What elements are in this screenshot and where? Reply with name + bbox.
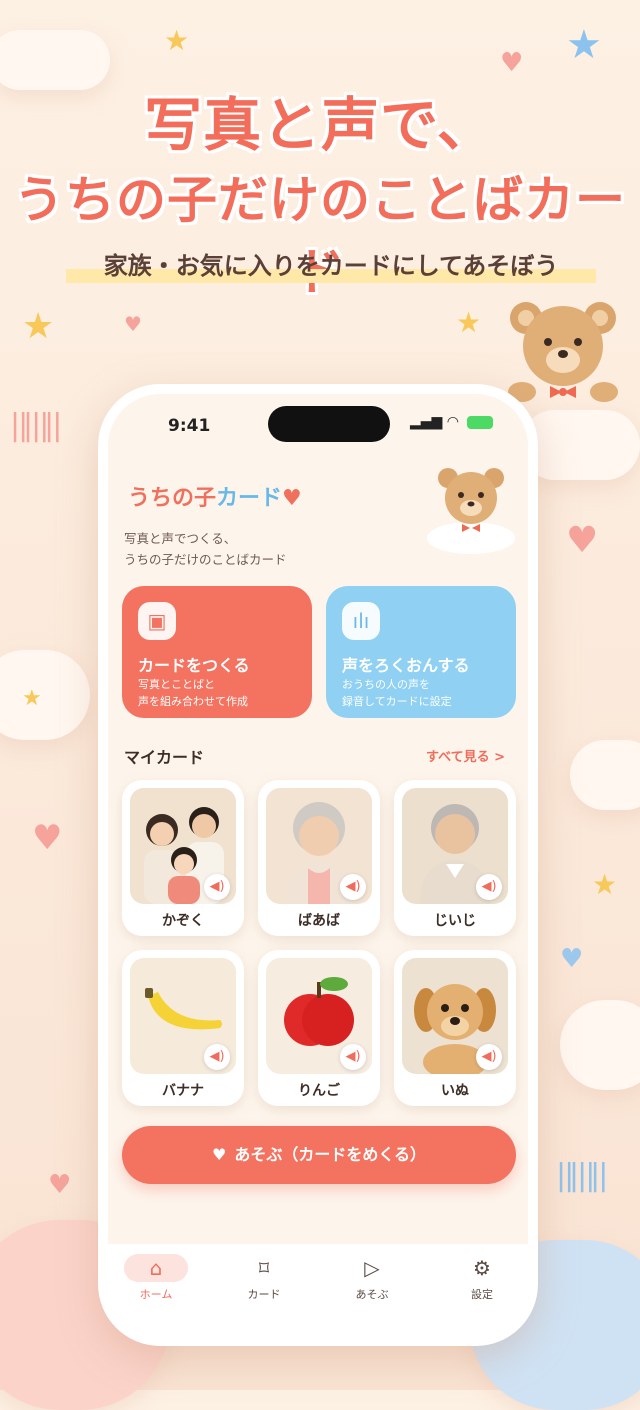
star-icon: ★ xyxy=(164,24,190,57)
star-icon: ★ xyxy=(456,306,482,339)
tab-label: 設定 xyxy=(471,1288,493,1301)
heart-icon: ♥ xyxy=(211,1145,227,1164)
speaker-icon[interactable]: ◀) xyxy=(204,1044,230,1070)
heart-icon: ♥ xyxy=(48,1170,72,1200)
wifi-icon: ◠ xyxy=(446,414,459,430)
tab-cards[interactable]: ⌑ カード xyxy=(224,1254,304,1302)
app-logo: うちの子カード♥ xyxy=(128,480,302,512)
speaker-icon[interactable]: ◀) xyxy=(204,874,230,900)
star-icon: ★ xyxy=(22,686,42,711)
record-voice-desc: おうちの人の声を 録音してカードに設定 xyxy=(342,676,512,710)
gear-icon: ⚙ xyxy=(473,1256,491,1280)
subtitle-line1: 写真と声でつくる、 xyxy=(124,531,237,546)
heart-icon: ♥ xyxy=(32,818,63,858)
star-icon: ★ xyxy=(566,22,602,68)
card-label: じいじ xyxy=(434,913,476,929)
heart-icon: ♥ xyxy=(566,520,599,561)
heart-icon: ♥ xyxy=(560,944,584,974)
speaker-icon[interactable]: ◀) xyxy=(476,1044,502,1070)
header-bear-illustration xyxy=(426,464,516,556)
tab-settings[interactable]: ⚙ 設定 xyxy=(442,1254,522,1302)
speaker-icon[interactable]: ◀) xyxy=(340,874,366,900)
home-icon: ⌂ xyxy=(124,1254,188,1282)
word-card[interactable]: ◀) かぞく xyxy=(122,780,244,936)
headline-line1: 写真と声で、 xyxy=(144,91,496,159)
record-voice-button[interactable]: ılı 声をろくおんする おうちの人の声を 録音してカードに設定 xyxy=(326,586,516,718)
tab-bar: ⌂ ホーム ⌑ カード ▷ あそぶ ⚙ 設定 xyxy=(108,1244,528,1336)
mycards-title: マイカード xyxy=(124,748,205,767)
play-icon: ▷ xyxy=(364,1256,380,1280)
create-card-desc: 写真とことばと 声を組み合わせて作成 xyxy=(138,676,308,710)
heart-icon: ♥ xyxy=(500,48,524,78)
tab-label: ホーム xyxy=(139,1288,173,1301)
cloud-decoration xyxy=(0,650,90,740)
app-subtitle: 写真と声でつくる、 うちの子だけのことばカード xyxy=(124,528,344,570)
battery-icon xyxy=(467,415,494,429)
speaker-icon[interactable]: ◀) xyxy=(476,874,502,900)
create-card-button[interactable]: ▣ カードをつくる 写真とことばと 声を組み合わせて作成 xyxy=(122,586,312,718)
tagline: 家族・お気に入りをカードにしてあそぼう xyxy=(66,246,596,286)
cloud-decoration xyxy=(570,740,640,810)
create-card-title: カードをつくる xyxy=(138,656,250,675)
sound-wave-icon: |‖|‖| xyxy=(556,1158,608,1193)
signal-icon: ▂▄▆ xyxy=(410,414,443,430)
card-label: りんご xyxy=(298,1083,340,1099)
card-label: いぬ xyxy=(441,1083,469,1099)
see-all-link[interactable]: すべて見る > xyxy=(426,746,505,765)
app-screen: 9:41 ▂▄▆ ◠ うちの子カード♥ 写真と声でつくる、 うちの子だけのことば… xyxy=(108,394,528,1336)
word-card[interactable]: ◀) いぬ xyxy=(394,950,516,1106)
status-icons: ▂▄▆ ◠ xyxy=(410,414,494,430)
create-card-desc-line2: 声を組み合わせて作成 xyxy=(138,695,248,708)
logo-text-2: カード xyxy=(216,486,283,511)
record-voice-title: 声をろくおんする xyxy=(342,656,470,675)
record-voice-desc-line2: 録音してカードに設定 xyxy=(342,695,452,708)
tab-play[interactable]: ▷ あそぶ xyxy=(332,1254,412,1302)
word-card[interactable]: ◀) じいじ xyxy=(394,780,516,936)
play-button-label: あそぶ（カードをめくる） xyxy=(234,1145,427,1164)
word-card[interactable]: ◀) バナナ xyxy=(122,950,244,1106)
record-voice-desc-line1: おうちの人の声を xyxy=(342,678,430,691)
tab-label: あそぶ xyxy=(355,1288,389,1301)
tab-label: カード xyxy=(247,1288,281,1301)
play-cards-button[interactable]: ♥ あそぶ（カードをめくる） xyxy=(122,1126,516,1184)
voice-wave-icon: ılı xyxy=(342,602,380,640)
photo-add-icon: ▣ xyxy=(138,602,176,640)
dynamic-island xyxy=(268,406,390,442)
cloud-decoration xyxy=(520,410,640,480)
word-card[interactable]: ◀) ばあば xyxy=(258,780,380,936)
sound-wave-icon: |‖|‖| xyxy=(10,408,62,443)
card-label: バナナ xyxy=(162,1083,204,1099)
card-label: ばあば xyxy=(298,913,340,929)
speaker-icon[interactable]: ◀) xyxy=(340,1044,366,1070)
logo-heart-icon: ♥ xyxy=(282,486,302,511)
card-label: かぞく xyxy=(162,913,204,929)
subtitle-line2: うちの子だけのことばカード xyxy=(124,552,287,567)
status-time: 9:41 xyxy=(168,416,211,436)
create-card-desc-line1: 写真とことばと xyxy=(138,678,215,691)
star-icon: ★ xyxy=(22,306,55,347)
star-icon: ★ xyxy=(592,868,618,901)
bookmark-icon: ⌑ xyxy=(258,1256,270,1280)
cloud-decoration xyxy=(560,1000,640,1090)
logo-text-1: うちの子 xyxy=(128,486,217,511)
tab-home[interactable]: ⌂ ホーム xyxy=(116,1254,196,1302)
teddy-bear-illustration xyxy=(498,296,628,416)
word-card[interactable]: ◀) りんご xyxy=(258,950,380,1106)
heart-icon: ♥ xyxy=(124,312,142,336)
